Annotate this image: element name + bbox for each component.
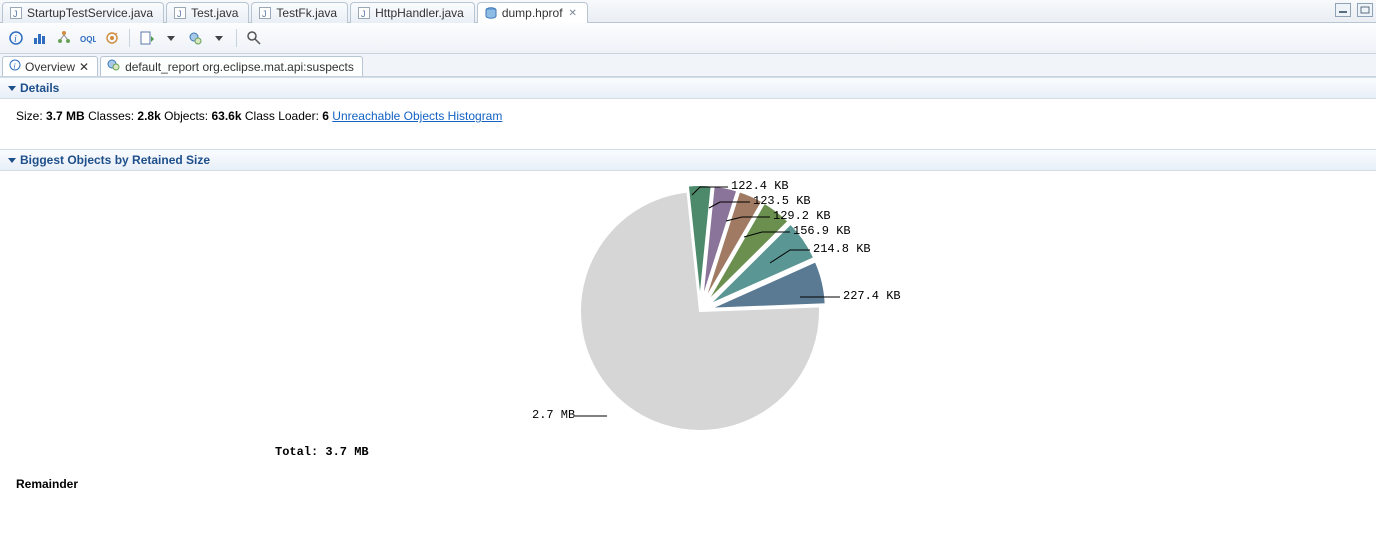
- svg-text:J: J: [361, 9, 366, 19]
- editor-tab-test[interactable]: J Test.java: [166, 2, 249, 23]
- java-file-icon: J: [9, 6, 23, 20]
- editor-tab-label: TestFk.java: [276, 6, 337, 20]
- tab-label: Overview: [25, 60, 75, 74]
- search-action-icon[interactable]: [244, 28, 264, 48]
- pie-leader-lines: [0, 171, 900, 471]
- java-file-icon: J: [357, 6, 371, 20]
- view-tab-bar: i Overview ✕ default_report org.eclipse.…: [0, 54, 1376, 77]
- editor-tab-label: HttpHandler.java: [375, 6, 464, 20]
- histogram-action-icon[interactable]: [30, 28, 50, 48]
- details-content: Size: 3.7 MB Classes: 2.8k Objects: 63.6…: [0, 99, 1376, 149]
- close-icon[interactable]: ✕: [569, 8, 577, 19]
- editor-tab-startuptestservice[interactable]: J StartupTestService.java: [2, 2, 164, 23]
- editor-tab-label: Test.java: [191, 6, 238, 20]
- mat-toolbar: i OQL: [0, 23, 1376, 54]
- svg-text:J: J: [177, 9, 182, 19]
- objects-value: 63.6k: [211, 109, 241, 123]
- pie-total-label: Total: 3.7 MB: [275, 445, 369, 459]
- classes-label: Classes:: [88, 109, 134, 123]
- size-label: Size:: [16, 109, 43, 123]
- dropdown-arrow-icon[interactable]: [161, 28, 181, 48]
- query-browser-action-icon[interactable]: [185, 28, 205, 48]
- editor-tab-dump-hprof[interactable]: dump.hprof ✕: [477, 2, 588, 23]
- section-title: Details: [20, 81, 59, 95]
- maximize-button[interactable]: [1357, 3, 1373, 17]
- toolbar-separator: [236, 29, 237, 47]
- oql-action-icon[interactable]: OQL: [78, 28, 98, 48]
- java-file-icon: J: [173, 6, 187, 20]
- expand-collapse-icon: [8, 158, 16, 163]
- close-icon[interactable]: ✕: [79, 60, 89, 74]
- pie-chart-area: 122.4 KB 123.5 KB 129.2 KB 156.9 KB 214.…: [0, 171, 1376, 471]
- section-header-biggest-objects[interactable]: Biggest Objects by Retained Size: [0, 149, 1376, 171]
- classes-value: 2.8k: [137, 109, 160, 123]
- section-header-details[interactable]: Details: [0, 77, 1376, 99]
- java-file-icon: J: [258, 6, 272, 20]
- minimize-button[interactable]: [1335, 3, 1351, 17]
- tab-overview[interactable]: i Overview ✕: [2, 56, 98, 76]
- editor-tab-testfk[interactable]: J TestFk.java: [251, 2, 348, 23]
- size-value: 3.7 MB: [46, 109, 85, 123]
- info-icon: i: [9, 59, 21, 74]
- run-report-action-icon[interactable]: [137, 28, 157, 48]
- expand-collapse-icon: [8, 86, 16, 91]
- dominator-tree-action-icon[interactable]: [54, 28, 74, 48]
- dropdown-arrow-icon[interactable]: [209, 28, 229, 48]
- classloader-label: Class Loader:: [245, 109, 319, 123]
- overview-action-icon[interactable]: i: [6, 28, 26, 48]
- svg-text:OQL: OQL: [80, 35, 96, 44]
- heap-dump-icon: [484, 6, 498, 20]
- svg-text:J: J: [262, 9, 267, 19]
- unreachable-histogram-link[interactable]: Unreachable Objects Histogram: [332, 109, 502, 123]
- editor-tab-label: dump.hprof: [502, 6, 563, 20]
- objects-label: Objects:: [164, 109, 208, 123]
- thread-overview-action-icon[interactable]: [102, 28, 122, 48]
- classloader-value: 6: [322, 109, 329, 123]
- toolbar-separator: [129, 29, 130, 47]
- remainder-label: Remainder: [0, 471, 1376, 507]
- svg-text:J: J: [13, 9, 18, 19]
- editor-window-controls: [1335, 3, 1373, 17]
- section-title: Biggest Objects by Retained Size: [20, 153, 210, 167]
- svg-text:i: i: [14, 34, 17, 45]
- tab-label: default_report org.eclipse.mat.api:suspe…: [125, 60, 354, 74]
- tab-default-report[interactable]: default_report org.eclipse.mat.api:suspe…: [100, 56, 363, 76]
- svg-text:i: i: [14, 62, 16, 71]
- editor-tab-label: StartupTestService.java: [27, 6, 153, 20]
- editor-tab-bar: J StartupTestService.java J Test.java J …: [0, 0, 1376, 23]
- report-icon: [107, 59, 121, 74]
- editor-tab-httphandler[interactable]: J HttpHandler.java: [350, 2, 475, 23]
